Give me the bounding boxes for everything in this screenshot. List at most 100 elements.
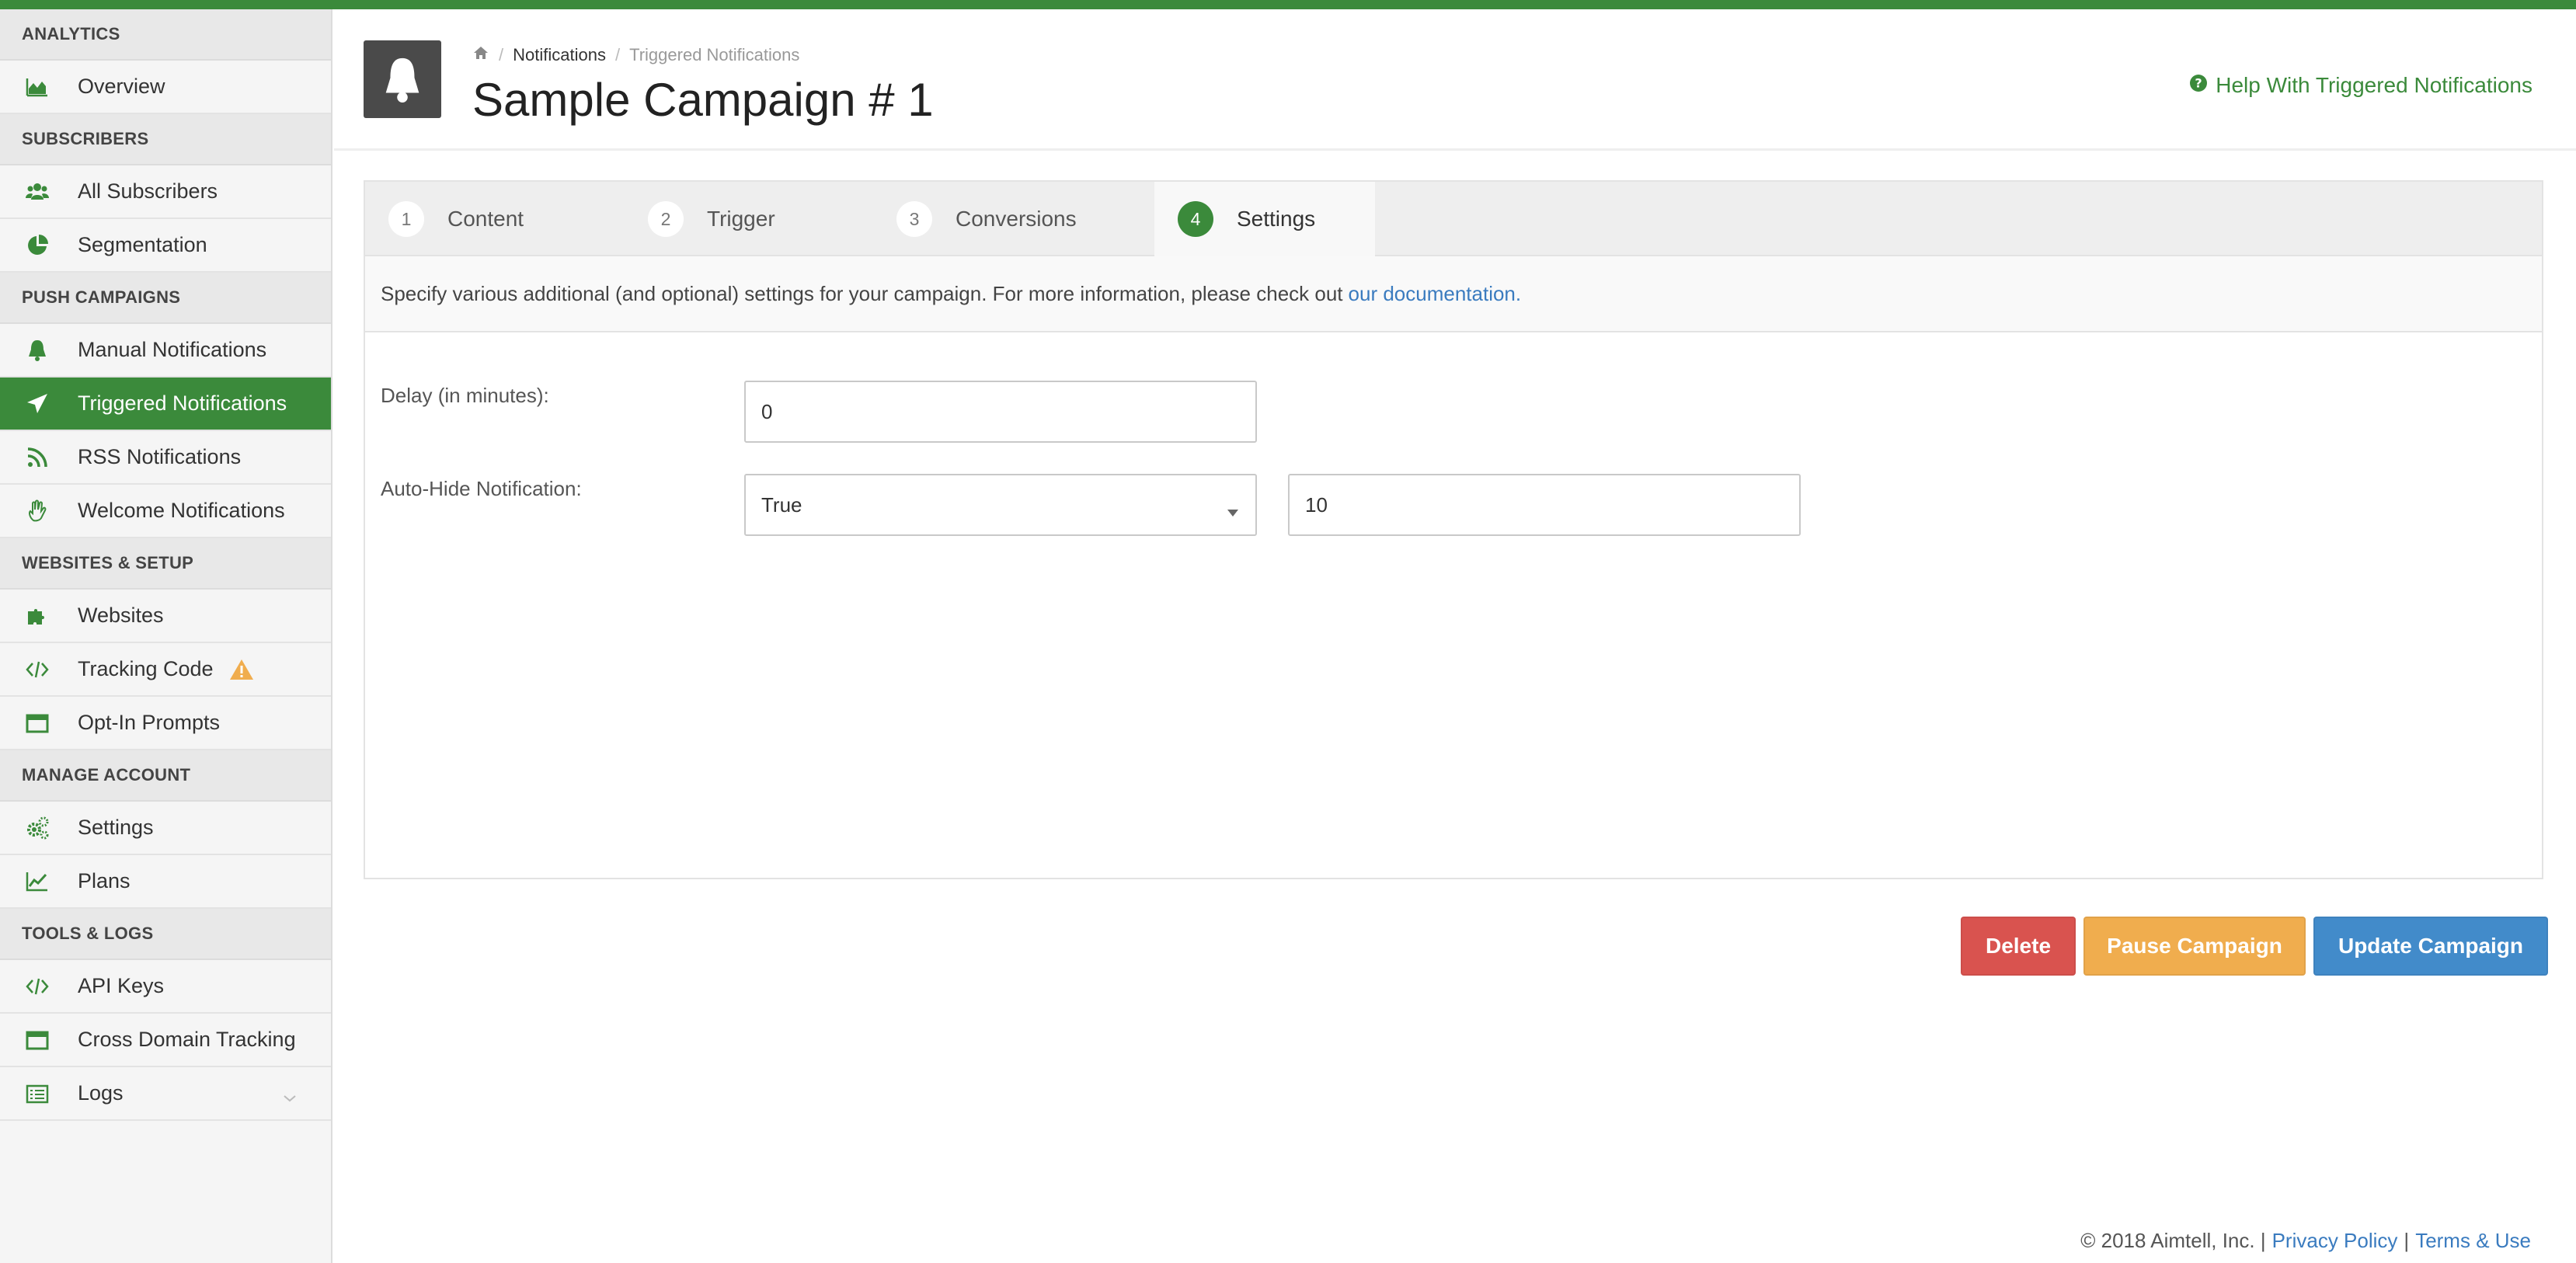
breadcrumb-separator: / <box>614 45 621 64</box>
sidebar-item-label: Opt-In Prompts <box>78 711 221 734</box>
pause-campaign-button[interactable]: Pause Campaign <box>2083 917 2306 976</box>
paper-plane-icon <box>23 390 51 418</box>
sidebar-item-opt-in-prompts[interactable]: Opt-In Prompts <box>0 697 331 750</box>
hand-wave-icon <box>23 497 51 525</box>
sidebar-section-push-campaigns: PUSH CAMPAIGNS <box>0 273 331 324</box>
sidebar-item-rss-notifications[interactable]: RSS Notifications <box>0 431 331 485</box>
sidebar-item-triggered-notifications[interactable]: Triggered Notifications <box>0 378 331 431</box>
caret-down-icon <box>1227 510 1238 517</box>
step-number: 2 <box>648 201 684 237</box>
top-accent-bar <box>0 0 2576 9</box>
footer: © 2018 Aimtell, Inc. | Privacy Policy | … <box>2080 1229 2531 1253</box>
tab-label: Content <box>447 207 524 231</box>
sidebar-item-manual-notifications[interactable]: Manual Notifications <box>0 324 331 378</box>
breadcrumb-separator: / <box>499 45 504 64</box>
sidebar-section-tools-logs: TOOLS & LOGS <box>0 909 331 960</box>
tab-conversions[interactable]: 3 Conversions <box>873 182 1154 256</box>
pie-chart-icon <box>23 231 51 259</box>
sidebar-item-welcome-notifications[interactable]: Welcome Notifications <box>0 485 331 538</box>
rss-icon <box>23 444 51 471</box>
sidebar-item-label: API Keys <box>78 974 165 997</box>
users-icon <box>23 178 51 206</box>
sidebar-item-label: Overview <box>78 75 165 98</box>
delete-button[interactable]: Delete <box>1961 917 2076 976</box>
page-title: Sample Campaign # 1 <box>472 74 934 126</box>
sidebar-item-label: All Subscribers <box>78 179 218 203</box>
sidebar-item-label: Logs <box>78 1081 124 1105</box>
step-number: 4 <box>1178 201 1213 237</box>
sidebar-item-label: Settings <box>78 816 154 839</box>
sidebar-item-label: Cross Domain Tracking <box>78 1028 296 1051</box>
area-chart-icon <box>23 73 51 101</box>
sidebar-item-cross-domain-tracking[interactable]: Cross Domain Tracking <box>0 1014 331 1067</box>
code-icon <box>23 972 51 1000</box>
delay-label: Delay (in minutes): <box>381 384 549 407</box>
sidebar-section-manage-account: MANAGE ACCOUNT <box>0 750 331 802</box>
tab-label: Trigger <box>707 207 775 231</box>
list-icon <box>23 1080 51 1108</box>
tab-label: Conversions <box>956 207 1077 231</box>
window-icon <box>23 709 51 737</box>
sidebar-item-label: Triggered Notifications <box>78 391 287 415</box>
sidebar-item-logs[interactable]: Logs <box>0 1067 331 1121</box>
footer-separator: | <box>2404 1229 2410 1252</box>
delay-input[interactable]: 0 <box>744 381 1257 443</box>
step-number: 3 <box>896 201 932 237</box>
sidebar-item-label: Welcome Notifications <box>78 499 285 522</box>
auto-hide-label: Auto-Hide Notification: <box>381 477 582 500</box>
documentation-link[interactable]: our documentation. <box>1349 282 1522 306</box>
svg-text:?: ? <box>2195 76 2202 91</box>
sidebar-section-websites-setup: WEBSITES & SETUP <box>0 538 331 590</box>
auto-hide-selected-value: True <box>761 492 802 517</box>
question-circle-icon: ? <box>2189 73 2208 98</box>
sidebar-item-all-subscribers[interactable]: All Subscribers <box>0 165 331 219</box>
sidebar-item-label: Websites <box>78 604 164 627</box>
puzzle-icon <box>23 602 51 630</box>
sidebar-item-settings[interactable]: Settings <box>0 802 331 855</box>
sidebar-section-subscribers: SUBSCRIBERS <box>0 114 331 165</box>
tab-trigger[interactable]: 2 Trigger <box>625 182 873 256</box>
terms-link[interactable]: Terms & Use <box>2415 1229 2531 1253</box>
gears-icon <box>23 814 51 842</box>
sidebar-item-overview[interactable]: Overview <box>0 61 331 114</box>
window-icon <box>23 1026 51 1054</box>
sidebar-item-websites[interactable]: Websites <box>0 590 331 643</box>
bell-icon <box>23 336 51 364</box>
tab-settings[interactable]: 4 Settings <box>1154 182 1375 256</box>
tab-content[interactable]: 1 Content <box>365 182 625 256</box>
sidebar-item-label: RSS Notifications <box>78 445 242 468</box>
sidebar-item-label: Segmentation <box>78 233 207 256</box>
copyright: © 2018 Aimtell, Inc. | <box>2080 1229 2266 1252</box>
sidebar-item-api-keys[interactable]: API Keys <box>0 960 331 1014</box>
home-icon[interactable] <box>472 45 489 65</box>
campaign-steps-tabs: 1 Content 2 Trigger 3 Conversions 4 Sett… <box>365 182 2542 256</box>
page-header: / Notifications / Triggered Notification… <box>334 9 2576 151</box>
privacy-policy-link[interactable]: Privacy Policy <box>2272 1229 2398 1253</box>
sidebar-item-tracking-code[interactable]: Tracking Code <box>0 643 331 697</box>
auto-hide-seconds-input[interactable]: 10 <box>1288 474 1801 536</box>
sidebar-item-segmentation[interactable]: Segmentation <box>0 219 331 273</box>
sidebar-item-label: Manual Notifications <box>78 338 267 361</box>
code-icon <box>23 656 51 684</box>
help-link[interactable]: ? Help With Triggered Notifications <box>2189 73 2532 98</box>
sidebar-item-label: Plans <box>78 869 131 892</box>
breadcrumb: / Notifications / Triggered Notification… <box>472 45 799 65</box>
update-campaign-button[interactable]: Update Campaign <box>2313 917 2548 976</box>
sidebar-item-label: Tracking Code <box>78 657 214 680</box>
breadcrumb-notifications-link[interactable]: Notifications <box>513 45 606 65</box>
step-number: 1 <box>388 201 424 237</box>
main-content: / Notifications / Triggered Notification… <box>334 9 2576 1263</box>
breadcrumb-current: Triggered Notifications <box>629 45 800 64</box>
sidebar: ANALYTICS Overview SUBSCRIBERS All Subsc… <box>0 9 332 1263</box>
auto-hide-select[interactable]: True <box>744 474 1257 536</box>
campaign-settings-panel: 1 Content 2 Trigger 3 Conversions 4 Sett… <box>364 180 2543 879</box>
sidebar-item-plans[interactable]: Plans <box>0 855 331 909</box>
tab-label: Settings <box>1237 207 1316 231</box>
info-text: Specify various additional (and optional… <box>381 281 1343 305</box>
help-link-label: Help With Triggered Notifications <box>2216 73 2532 97</box>
info-bar: Specify various additional (and optional… <box>365 256 2542 332</box>
sidebar-section-analytics: ANALYTICS <box>0 9 331 61</box>
chevron-down-icon[interactable] <box>283 1084 297 1108</box>
line-chart-icon <box>23 868 51 896</box>
warning-icon <box>229 658 254 681</box>
